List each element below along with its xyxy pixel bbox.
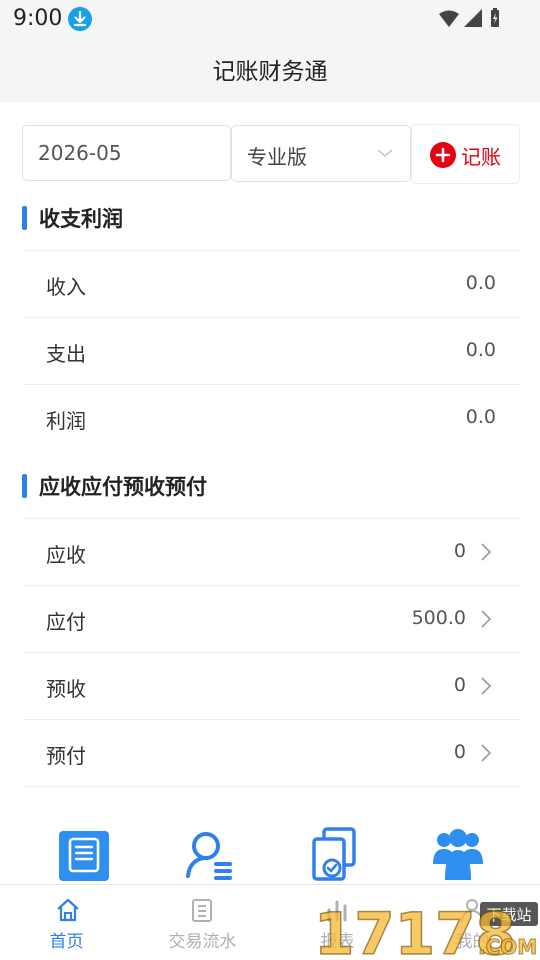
section-header-receivables: 应收应付预收预付: [22, 471, 520, 521]
section-title: 应收应付预收预付: [39, 475, 207, 499]
row-profit: 利润 0.0: [24, 384, 520, 451]
battery-icon: [491, 8, 499, 27]
tab-label: 首页: [49, 932, 84, 952]
status-bar: 9:00: [0, 0, 540, 38]
page-title: 记账财务通: [212, 59, 328, 85]
download-icon: [68, 7, 92, 31]
row-expense: 支出 0.0: [24, 317, 520, 384]
row-label: 应付: [46, 610, 86, 634]
quick-access-bar: [0, 826, 540, 882]
edition-select[interactable]: 专业版: [231, 125, 411, 182]
status-icons: [439, 8, 499, 27]
wifi-icon: [439, 10, 459, 27]
chevron-right-icon: [481, 744, 492, 762]
chevron-right-icon: [481, 543, 492, 561]
watermark-domain: .COM: [478, 935, 537, 959]
tab-transactions[interactable]: 交易流水: [135, 885, 270, 960]
watermark-logo: 下载站 17178 .COM: [313, 899, 538, 960]
home-icon: [57, 898, 79, 922]
section-title: 收支利润: [39, 207, 123, 231]
clipboard-icon: [192, 899, 212, 922]
row-label: 收入: [46, 275, 86, 299]
edition-select-value: 专业版: [247, 145, 307, 169]
add-entry-label: 记账: [461, 145, 501, 169]
user-list-icon[interactable]: [182, 826, 238, 882]
tab-home[interactable]: 首页: [0, 885, 135, 960]
title-bar: 记账财务通: [0, 38, 540, 102]
row-value: 0.0: [465, 339, 496, 361]
row-label: 利润: [46, 409, 86, 433]
month-picker-value: 2026-05: [38, 141, 122, 165]
add-entry-button[interactable]: 记账: [411, 124, 520, 184]
section-header-profit: 收支利润: [22, 203, 520, 253]
row-income: 收入 0.0: [24, 250, 520, 317]
chevron-right-icon: [481, 610, 492, 628]
plus-circle-icon: [430, 142, 456, 168]
row-value: 0.0: [465, 406, 496, 428]
row-advance-paid[interactable]: 预付 0: [24, 719, 520, 786]
row-label: 支出: [46, 342, 86, 366]
row-label: 应收: [46, 543, 86, 567]
divider: [24, 786, 520, 787]
section-accent-bar: [22, 206, 27, 230]
team-icon[interactable]: [430, 826, 486, 882]
row-advance-received[interactable]: 预收 0: [24, 652, 520, 719]
row-value: 500.0: [411, 607, 466, 629]
ledger-icon[interactable]: [58, 826, 114, 882]
row-label: 预收: [46, 677, 86, 701]
row-value: 0: [453, 741, 466, 763]
month-picker[interactable]: 2026-05: [22, 125, 231, 181]
status-time: 9:00: [13, 6, 63, 31]
row-label: 预付: [46, 744, 86, 768]
chevron-down-icon: [377, 149, 393, 157]
filter-row: 2026-05 专业版 记账: [22, 124, 520, 184]
chevron-right-icon: [481, 677, 492, 695]
section-accent-bar: [22, 474, 27, 498]
signal-icon: [464, 9, 482, 27]
row-value: 0.0: [465, 272, 496, 294]
tab-label: 交易流水: [168, 932, 237, 952]
row-value: 0: [453, 674, 466, 696]
row-value: 0: [453, 540, 466, 562]
row-receivable[interactable]: 应收 0: [24, 518, 520, 585]
documents-check-icon[interactable]: [306, 826, 362, 882]
row-payable[interactable]: 应付 500.0: [24, 585, 520, 652]
